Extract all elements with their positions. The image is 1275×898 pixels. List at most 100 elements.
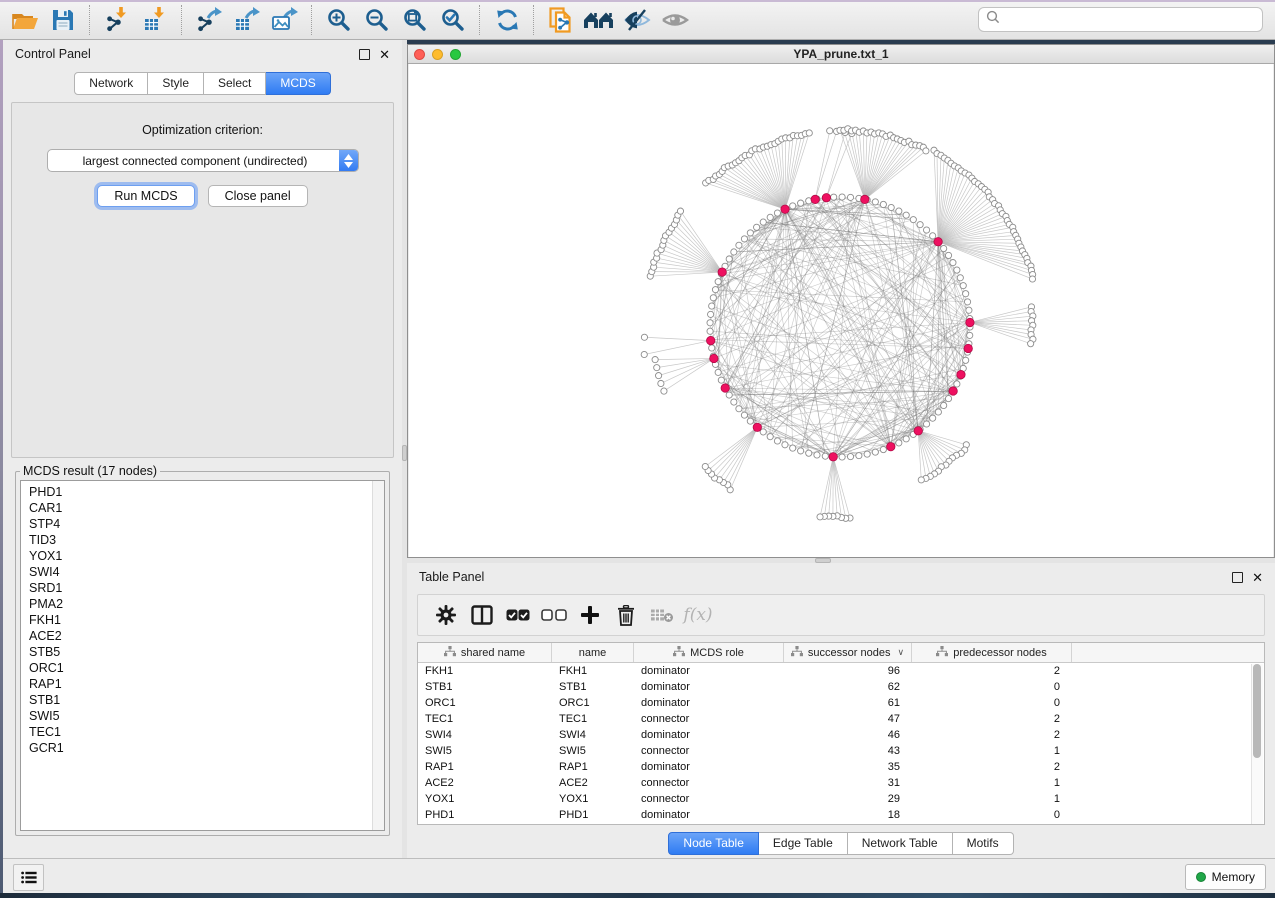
graph-node[interactable] (767, 434, 773, 440)
graph-leaf-node[interactable] (1029, 276, 1035, 282)
save-icon[interactable] (44, 4, 82, 36)
graph-node[interactable] (731, 249, 737, 255)
tab-select[interactable]: Select (204, 72, 266, 95)
mcds-result-item[interactable]: YOX1 (29, 548, 376, 564)
graph-node[interactable] (957, 275, 963, 281)
mcds-result-item[interactable]: RAP1 (29, 676, 376, 692)
table-tab-edge-table[interactable]: Edge Table (759, 832, 848, 855)
delete-icon[interactable] (608, 599, 644, 631)
graph-node[interactable] (814, 452, 820, 458)
column-header-MCDS-role[interactable]: MCDS role (634, 643, 784, 662)
graph-node[interactable] (950, 260, 956, 266)
select-all-icon[interactable] (500, 599, 536, 631)
graph-node[interactable] (782, 442, 788, 448)
graph-node[interactable] (774, 210, 780, 216)
network-canvas[interactable] (409, 64, 1273, 557)
task-history-button[interactable] (13, 864, 44, 891)
graph-node[interactable] (917, 222, 923, 228)
graph-mcds-node[interactable] (710, 354, 718, 362)
graph-node[interactable] (903, 212, 909, 218)
graph-mcds-node[interactable] (934, 238, 942, 246)
graph-node[interactable] (715, 279, 721, 285)
graph-leaf-node[interactable] (827, 128, 833, 134)
table-row[interactable]: YOX1YOX1connector291 (418, 791, 1264, 807)
graph-mcds-node[interactable] (914, 427, 922, 435)
search-box[interactable] (978, 7, 1263, 32)
table-row[interactable]: STB1STB1dominator620 (418, 679, 1264, 695)
graph-node[interactable] (736, 242, 742, 248)
mcds-result-item[interactable]: STP4 (29, 516, 376, 532)
table-row[interactable]: PHD1PHD1dominator180 (418, 807, 1264, 823)
tab-style[interactable]: Style (148, 72, 204, 95)
mcds-result-item[interactable]: SWI4 (29, 564, 376, 580)
new-network-from-selection-icon[interactable] (542, 4, 580, 36)
graph-node[interactable] (923, 421, 929, 427)
float-panel-icon[interactable] (359, 49, 370, 60)
close-panel-icon[interactable]: ✕ (1252, 573, 1263, 582)
graph-node[interactable] (709, 303, 715, 309)
table-row[interactable]: TEC1TEC1connector472 (418, 711, 1264, 727)
graph-node[interactable] (707, 328, 713, 334)
graph-node[interactable] (790, 445, 796, 451)
graph-node[interactable] (754, 224, 760, 230)
graph-leaf-node[interactable] (655, 373, 661, 379)
mcds-result-item[interactable]: SRD1 (29, 580, 376, 596)
column-header-name[interactable]: name (552, 643, 634, 662)
graph-node[interactable] (790, 203, 796, 209)
graph-leaf-node[interactable] (806, 130, 812, 136)
graph-node[interactable] (935, 409, 941, 415)
graph-node[interactable] (896, 440, 902, 446)
optimization-criterion-select[interactable]: largest connected component (undirected) (47, 149, 359, 172)
result-list-scrollbar[interactable] (372, 481, 384, 830)
graph-node[interactable] (718, 377, 724, 383)
graph-node[interactable] (896, 208, 902, 214)
graph-node[interactable] (964, 299, 970, 305)
graph-node[interactable] (930, 233, 936, 239)
graph-node[interactable] (941, 245, 947, 251)
tab-network[interactable]: Network (74, 72, 148, 95)
unselect-all-icon[interactable] (536, 599, 572, 631)
mcds-result-item[interactable]: PHD1 (29, 484, 376, 500)
graph-node[interactable] (709, 345, 715, 351)
table-row[interactable]: SWI5SWI5connector431 (418, 743, 1264, 759)
graph-node[interactable] (726, 392, 732, 398)
mcds-result-item[interactable]: PMA2 (29, 596, 376, 612)
table-row[interactable]: ORC1ORC1dominator610 (418, 695, 1264, 711)
graph-node[interactable] (872, 449, 878, 455)
graph-leaf-node[interactable] (658, 380, 664, 386)
graph-leaf-node[interactable] (641, 334, 647, 340)
show-all-icon[interactable] (656, 4, 694, 36)
graph-node[interactable] (747, 418, 753, 424)
graph-node[interactable] (798, 448, 804, 454)
graph-node[interactable] (966, 307, 972, 313)
graph-node[interactable] (963, 357, 969, 363)
graph-node[interactable] (806, 450, 812, 456)
graph-node[interactable] (712, 287, 718, 293)
open-icon[interactable] (6, 4, 44, 36)
graph-mcds-node[interactable] (753, 423, 761, 431)
mcds-result-item[interactable]: STB1 (29, 692, 376, 708)
graph-node[interactable] (903, 436, 909, 442)
graph-node[interactable] (726, 256, 732, 262)
graph-leaf-node[interactable] (817, 514, 823, 520)
table-row[interactable]: RAP1RAP1dominator352 (418, 759, 1264, 775)
graph-node[interactable] (831, 194, 837, 200)
graph-node[interactable] (822, 453, 828, 459)
network-window-titlebar[interactable]: YPA_prune.txt_1 (408, 45, 1274, 64)
graph-mcds-node[interactable] (861, 195, 869, 203)
graph-leaf-node[interactable] (641, 351, 647, 357)
table-scrollbar[interactable] (1251, 664, 1263, 824)
graph-node[interactable] (847, 453, 853, 459)
mcds-result-item[interactable]: SWI5 (29, 708, 376, 724)
graph-node[interactable] (707, 320, 713, 326)
split-panel-icon[interactable] (464, 599, 500, 631)
graph-node[interactable] (945, 252, 951, 258)
run-mcds-button[interactable]: Run MCDS (97, 185, 194, 207)
column-header-predecessor-nodes[interactable]: predecessor nodes (912, 643, 1072, 662)
graph-node[interactable] (856, 453, 862, 459)
graph-node[interactable] (960, 283, 966, 289)
mcds-result-item[interactable]: CAR1 (29, 500, 376, 516)
graph-node[interactable] (888, 204, 894, 210)
graph-mcds-node[interactable] (707, 336, 715, 344)
graph-leaf-node[interactable] (918, 477, 924, 483)
